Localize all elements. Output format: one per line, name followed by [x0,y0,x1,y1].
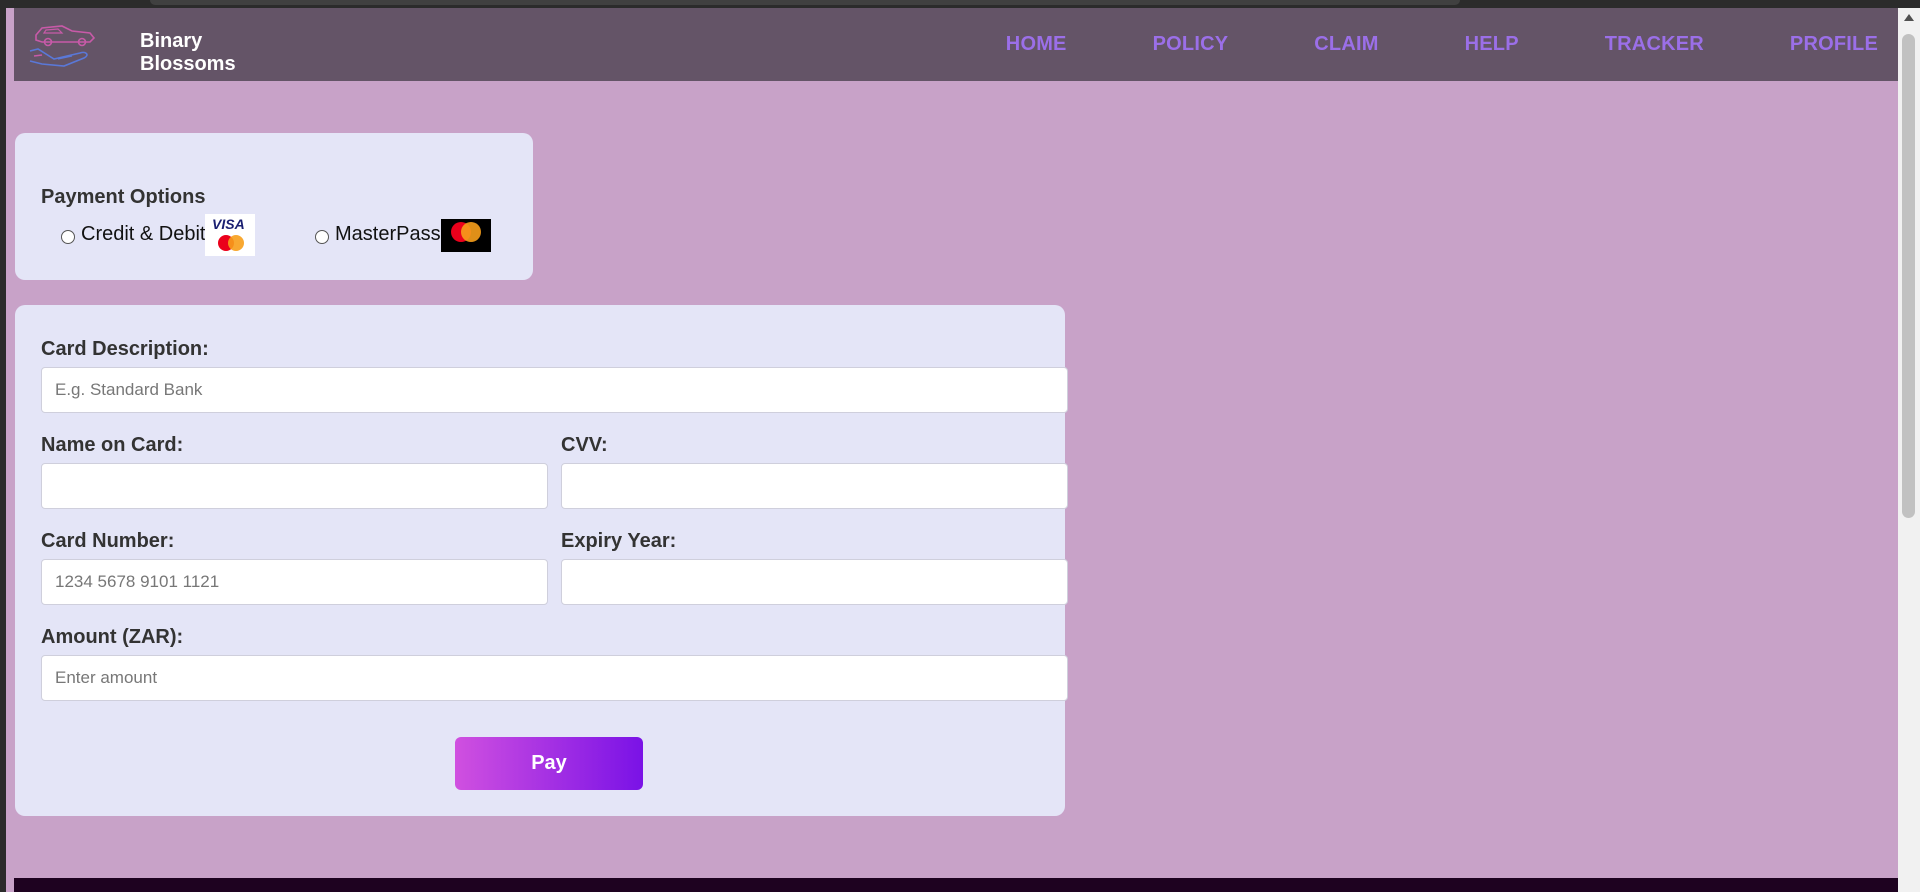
nav-links: HOME POLICY CLAIM HELP TRACKER PROFILE [920,8,1878,81]
credit-debit-radio[interactable] [61,230,75,244]
visa-logo-text: VISA [212,216,245,232]
browser-top-edge [0,0,1920,8]
nav-policy[interactable]: POLICY [1153,33,1229,56]
expiry-year-label: Expiry Year: [561,530,677,552]
app-viewport: Binary Blossoms HOME POLICY CLAIM HELP T… [6,8,1898,892]
scrollbar-thumb[interactable] [1902,34,1915,518]
card-payment-form: Card Description: Name on Card: CVV: Car… [15,305,1068,816]
masterpass-radio[interactable] [315,230,329,244]
expiry-year-input[interactable] [561,559,1068,605]
navbar: Binary Blossoms HOME POLICY CLAIM HELP T… [14,8,1898,81]
scroll-up-arrow-icon[interactable] [1904,14,1914,21]
payment-options-card: Payment Options Credit & Debit VISA Mast… [15,133,533,280]
card-number-label: Card Number: [41,530,175,552]
masterpass-label[interactable]: MasterPass [335,223,441,246]
footer [14,878,1898,892]
nav-help[interactable]: HELP [1465,33,1519,56]
nav-home[interactable]: HOME [1006,33,1067,56]
name-on-card-label: Name on Card: [41,434,184,456]
masterpass-circles-icon [451,222,481,242]
cvv-input[interactable] [561,463,1068,509]
nav-profile[interactable]: PROFILE [1790,33,1878,56]
brand-name: Binary Blossoms [140,30,236,75]
amount-input[interactable] [41,655,1068,701]
pay-button[interactable]: Pay [455,737,643,790]
car-in-hand-logo-icon [29,25,96,67]
vertical-scrollbar[interactable] [1898,8,1920,892]
mastercard-circles-icon [218,235,244,251]
cvv-label: CVV: [561,434,608,456]
page: Binary Blossoms HOME POLICY CLAIM HELP T… [0,0,1920,892]
name-on-card-input[interactable] [41,463,548,509]
card-description-input[interactable] [41,367,1068,413]
masterpass-logo [441,219,491,252]
nav-claim[interactable]: CLAIM [1314,33,1378,56]
card-description-label: Card Description: [41,338,209,360]
visa-mastercard-logo: VISA [205,214,255,256]
browser-tab-strip [150,0,1460,5]
credit-debit-label[interactable]: Credit & Debit [81,223,206,246]
brand[interactable]: Binary Blossoms [28,18,248,75]
card-number-input[interactable] [41,559,548,605]
nav-tracker[interactable]: TRACKER [1605,33,1704,56]
payment-options-row: Credit & Debit VISA MasterPass [41,214,521,258]
amount-label: Amount (ZAR): [41,626,184,648]
payment-options-title: Payment Options [41,186,206,208]
